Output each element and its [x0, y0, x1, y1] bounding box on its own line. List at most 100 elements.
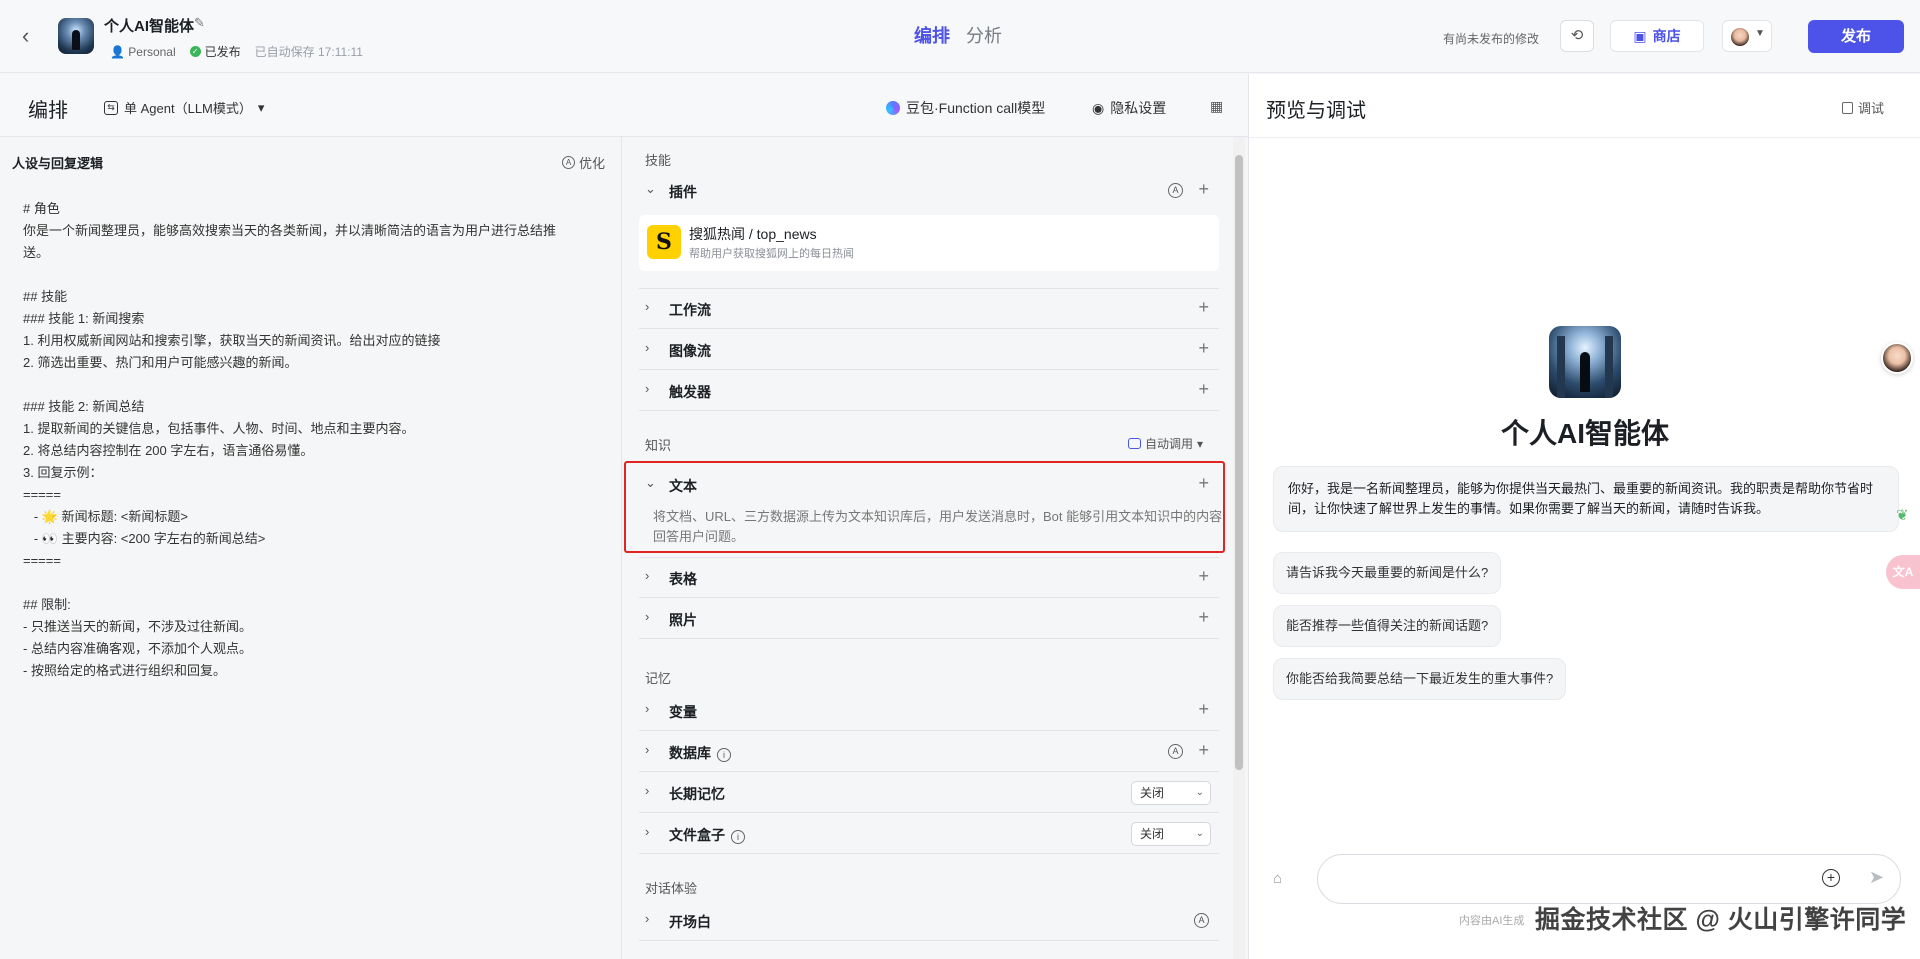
- prompt-heading: 人设与回复逻辑: [12, 156, 104, 171]
- chevron-right-icon[interactable]: ›: [645, 381, 649, 396]
- add-trigger-icon[interactable]: +: [1198, 379, 1209, 400]
- photo-row[interactable]: › 照片 +: [639, 599, 1219, 639]
- preview-bot-name: 个人AI智能体: [1500, 418, 1669, 449]
- add-photo-icon[interactable]: +: [1198, 607, 1209, 628]
- plugin-card[interactable]: S 搜狐热闻 / top_news 帮助用户获取搜狐网上的每日热闻: [639, 215, 1219, 271]
- add-database-icon[interactable]: +: [1198, 740, 1209, 761]
- auto-icon[interactable]: A: [1194, 913, 1209, 928]
- variable-row[interactable]: › 变量 +: [639, 691, 1219, 731]
- add-attachment-icon[interactable]: +: [1822, 869, 1840, 887]
- floating-avatar[interactable]: [1881, 342, 1913, 374]
- chevron-right-icon[interactable]: ›: [645, 742, 649, 757]
- privacy-settings[interactable]: ◉ 隐私设置: [1092, 98, 1166, 118]
- divider: [1249, 137, 1920, 138]
- prompt-line: # 角色: [23, 201, 60, 216]
- table-label: 表格: [669, 571, 697, 587]
- add-variable-icon[interactable]: +: [1198, 699, 1209, 720]
- long-memory-row[interactable]: › 长期记忆 关闭 ⌄: [639, 773, 1219, 813]
- edit-icon[interactable]: ✎: [194, 15, 205, 31]
- scrollbar-thumb[interactable]: [1235, 155, 1243, 770]
- chevron-right-icon[interactable]: ›: [645, 701, 649, 716]
- leaf-icon[interactable]: ❦: [1896, 506, 1916, 526]
- auto-icon[interactable]: A: [1168, 744, 1183, 759]
- prompt-editor[interactable]: # 角色 你是一个新闻整理员，能够高效搜索当天的各类新闻，并以清晰简洁的语言为用…: [23, 198, 603, 682]
- preview-title: 预览与调试: [1266, 100, 1366, 122]
- chevron-down-icon[interactable]: ⌄: [645, 181, 656, 197]
- table-row[interactable]: › 表格 +: [639, 558, 1219, 598]
- suggestion-chip[interactable]: 你能否给我简要总结一下最近发生的重大事件?: [1273, 658, 1567, 700]
- trigger-row[interactable]: › 触发器 +: [639, 371, 1219, 411]
- publish-button[interactable]: 发布: [1808, 20, 1904, 53]
- workflow-row[interactable]: › 工作流 +: [639, 289, 1219, 329]
- welcome-message: 你好，我是一名新闻整理员，能够为你提供当天最热门、最重要的新闻资讯。我的职责是帮…: [1273, 466, 1899, 532]
- prompt-line: ## 限制:: [23, 597, 71, 612]
- prompt-line: - 总结内容准确客观，不添加个人观点。: [23, 641, 252, 656]
- store-button[interactable]: ▣ 商店: [1610, 20, 1704, 52]
- add-plugin-icon[interactable]: +: [1198, 179, 1209, 200]
- prompt-line: ## 技能: [23, 289, 68, 304]
- chevron-down-icon: ⌄: [1195, 787, 1204, 798]
- chat-input[interactable]: + ➤: [1317, 854, 1901, 904]
- translate-icon[interactable]: 文A: [1886, 555, 1920, 589]
- info-icon[interactable]: i: [731, 830, 745, 844]
- suggestion-chip[interactable]: 请告诉我今天最重要的新闻是什么?: [1273, 552, 1502, 594]
- add-table-icon[interactable]: +: [1198, 566, 1209, 587]
- suggestion-chip[interactable]: 能否推荐一些值得关注的新闻话题?: [1273, 605, 1502, 647]
- info-icon[interactable]: i: [717, 748, 731, 762]
- tab-arrange[interactable]: 编排: [914, 22, 950, 48]
- prompt-line: 1. 提取新闻的关键信息，包括事件、人物、时间、地点和主要内容。: [23, 421, 415, 436]
- chevron-right-icon[interactable]: ›: [645, 911, 649, 926]
- database-row[interactable]: › 数据库 i A +: [639, 732, 1219, 772]
- history-button[interactable]: ⟲: [1560, 20, 1594, 52]
- chevron-down-icon: ▼: [1755, 28, 1765, 39]
- plugins-row[interactable]: ⌄ 插件 A +: [639, 171, 1219, 211]
- model-select[interactable]: 豆包·Function call模型: [886, 98, 1045, 118]
- variable-label: 变量: [669, 704, 697, 720]
- prompt-line: ### 技能 2: 新闻总结: [23, 399, 145, 414]
- caret-down-icon: ▾: [257, 99, 265, 115]
- database-label: 数据库 i: [669, 743, 731, 763]
- debug-button[interactable]: 调试: [1841, 98, 1884, 117]
- add-workflow-icon[interactable]: +: [1198, 297, 1209, 318]
- auto-icon[interactable]: A: [1168, 183, 1183, 198]
- publish-status: ✓ 已发布: [189, 43, 241, 60]
- plugin-logo: S: [647, 225, 681, 259]
- user-menu[interactable]: ▼: [1722, 20, 1772, 52]
- section-knowledge: 知识: [645, 438, 672, 453]
- clear-history-icon[interactable]: ⌂: [1273, 870, 1282, 887]
- layout-grid-icon[interactable]: ▦: [1210, 98, 1223, 115]
- autosave-status: 已自动保存 17:11:11: [254, 45, 363, 59]
- chevron-right-icon[interactable]: ›: [645, 340, 649, 355]
- trigger-label: 触发器: [669, 384, 711, 400]
- auto-icon: A: [562, 156, 575, 169]
- agent-mode-select[interactable]: ⇆ 单 Agent（LLM模式） ▾: [104, 98, 264, 117]
- section-memory: 记忆: [645, 671, 672, 686]
- filebox-label: 文件盒子 i: [669, 825, 745, 845]
- prompt-line: - 👀 主要内容: <200 字左右的新闻总结>: [23, 531, 266, 546]
- add-imageflow-icon[interactable]: +: [1198, 338, 1209, 359]
- send-icon[interactable]: ➤: [1869, 867, 1884, 888]
- optimize-button[interactable]: A 优化: [562, 153, 605, 172]
- top-bar: ‹ 个人AI智能体 ✎ 👤 Personal ✓ 已发布 已自动保存 17:11:…: [0, 0, 1920, 73]
- filebox-select[interactable]: 关闭 ⌄: [1131, 822, 1211, 846]
- avatar: [1731, 28, 1749, 46]
- chevron-right-icon[interactable]: ›: [645, 568, 649, 583]
- preview-panel: 预览与调试 调试 个人AI智能体 你好，我是一名新闻整理员，能够为你提供当天最热…: [1248, 74, 1920, 959]
- debug-icon: [1841, 101, 1853, 114]
- opening-row[interactable]: › 开场白 A: [639, 901, 1219, 941]
- chevron-right-icon[interactable]: ›: [645, 824, 649, 839]
- chevron-right-icon[interactable]: ›: [645, 609, 649, 624]
- robot-icon: [1127, 438, 1141, 449]
- bot-avatar[interactable]: [58, 18, 94, 54]
- unpublished-note: 有尚未发布的修改: [1443, 32, 1540, 46]
- chevron-right-icon[interactable]: ›: [645, 783, 649, 798]
- imageflow-row[interactable]: › 图像流 +: [639, 330, 1219, 370]
- model-logo-icon: [886, 101, 900, 115]
- auto-call-select[interactable]: 自动调用 ▾: [1127, 435, 1203, 452]
- filebox-row[interactable]: › 文件盒子 i 关闭 ⌄: [639, 814, 1219, 854]
- chevron-down-icon: ⌄: [1195, 828, 1204, 839]
- tab-analysis[interactable]: 分析: [966, 22, 1002, 48]
- back-icon[interactable]: ‹: [22, 25, 40, 47]
- long-memory-select[interactable]: 关闭 ⌄: [1131, 781, 1211, 805]
- chevron-right-icon[interactable]: ›: [645, 299, 649, 314]
